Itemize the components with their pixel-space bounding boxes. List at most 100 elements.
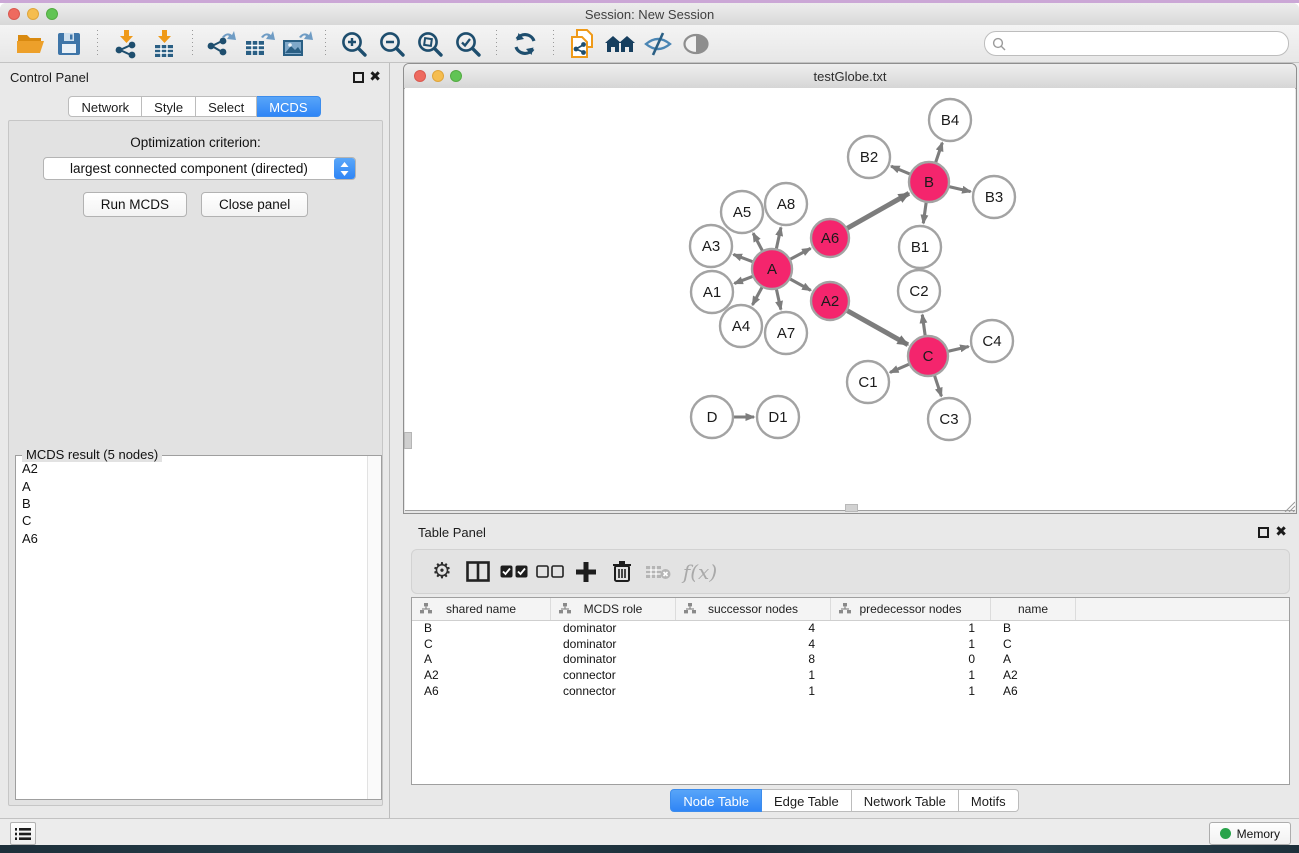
criterion-selected-value: largest connected component (directed)	[44, 161, 334, 176]
select-all-button[interactable]	[496, 554, 532, 590]
show-columns-button[interactable]	[460, 554, 496, 590]
table-tab-node-table[interactable]: Node Table	[670, 789, 762, 812]
search-field[interactable]	[984, 31, 1289, 56]
table-cell[interactable]: C	[412, 637, 551, 651]
table-cell[interactable]: A	[412, 652, 551, 666]
table-cell[interactable]: connector	[551, 668, 676, 682]
open-session-button[interactable]	[14, 28, 48, 60]
resize-grip-icon[interactable]	[1283, 500, 1295, 512]
zoom-fit-button[interactable]	[413, 28, 447, 60]
hide-panel-button[interactable]	[641, 28, 675, 60]
table-tab-motifs[interactable]: Motifs	[959, 789, 1019, 812]
table-cell[interactable]: 1	[831, 684, 991, 698]
table-row[interactable]: Cdominator41C	[412, 636, 1289, 652]
export-network-icon	[205, 29, 237, 59]
import-table-button[interactable]	[147, 28, 181, 60]
table-tab-network-table[interactable]: Network Table	[852, 789, 959, 812]
run-mcds-button[interactable]: Run MCDS	[83, 192, 187, 217]
search-input[interactable]	[1006, 34, 1288, 54]
table-cell[interactable]: 1	[676, 668, 831, 682]
deselect-all-button[interactable]	[532, 554, 568, 590]
table-cell[interactable]: dominator	[551, 652, 676, 666]
node-label-A: A	[767, 261, 777, 278]
close-panel-icon[interactable]: ✖	[369, 68, 381, 85]
import-network-button[interactable]	[109, 28, 143, 60]
table-cell[interactable]: 1	[676, 684, 831, 698]
table-cell[interactable]: connector	[551, 684, 676, 698]
table-cell[interactable]: dominator	[551, 621, 676, 635]
table-cell[interactable]: A6	[991, 684, 1076, 698]
result-item[interactable]: A6	[16, 530, 368, 547]
table-cell[interactable]: 8	[676, 652, 831, 666]
save-session-button[interactable]	[52, 28, 86, 60]
result-item[interactable]: B	[16, 495, 368, 512]
column-label: name	[991, 602, 1075, 616]
table-cell[interactable]: A6	[412, 684, 551, 698]
column-header-predecessor-nodes[interactable]: predecessor nodes	[831, 598, 991, 620]
node-label-A5: A5	[733, 204, 751, 221]
table-cell[interactable]: 4	[676, 637, 831, 651]
table-settings-button[interactable]: ⚙	[424, 554, 460, 590]
table-panel: Table Panel ✖ ⚙	[390, 519, 1299, 818]
home-layout-button[interactable]	[603, 28, 637, 60]
table-cell[interactable]: 1	[831, 637, 991, 651]
node-table[interactable]: shared nameMCDS rolesuccessor nodesprede…	[411, 597, 1290, 785]
task-history-button[interactable]	[10, 822, 36, 845]
node-label-A6: A6	[821, 230, 839, 247]
delete-column-button[interactable]	[604, 554, 640, 590]
column-header-name[interactable]: name	[991, 598, 1076, 620]
close-panel-button[interactable]: Close panel	[201, 192, 308, 217]
table-row[interactable]: Adominator80A	[412, 652, 1289, 668]
table-cell[interactable]: 1	[831, 621, 991, 635]
column-header-successor-nodes[interactable]: successor nodes	[676, 598, 831, 620]
zoom-in-button[interactable]	[337, 28, 371, 60]
horizontal-scrollbar-thumb[interactable]	[845, 504, 858, 512]
float-panel-icon[interactable]	[353, 72, 364, 83]
criterion-select[interactable]: largest connected component (directed)	[43, 157, 356, 180]
memory-button[interactable]: Memory	[1209, 822, 1291, 845]
table-row[interactable]: Bdominator41B	[412, 620, 1289, 636]
result-scrollbar[interactable]	[367, 456, 381, 799]
export-image-button[interactable]	[280, 28, 314, 60]
table-row[interactable]: A6connector11A6	[412, 683, 1289, 699]
table-float-icon[interactable]	[1258, 527, 1269, 538]
show-panel-button[interactable]	[679, 28, 713, 60]
control-tab-style[interactable]: Style	[142, 96, 196, 117]
column-header-shared-name[interactable]: shared name	[412, 598, 551, 620]
export-network-button[interactable]	[204, 28, 238, 60]
new-network-from-selection-button[interactable]	[565, 28, 599, 60]
table-cell[interactable]: 4	[676, 621, 831, 635]
table-cell[interactable]: C	[991, 637, 1076, 651]
export-table-button[interactable]	[242, 28, 276, 60]
table-cell[interactable]: B	[412, 621, 551, 635]
table-close-icon[interactable]: ✖	[1275, 523, 1287, 540]
destroy-table-button[interactable]	[640, 554, 676, 590]
table-row[interactable]: A2connector11A2	[412, 667, 1289, 683]
table-tab-edge-table[interactable]: Edge Table	[762, 789, 852, 812]
mcds-result-box: MCDS result (5 nodes) A2ABCA6	[15, 455, 382, 800]
network-graph[interactable]: B4B2BB3A5A8A6A3B1AA1C2A2A4A7C4CC1C3DD1	[405, 88, 1297, 512]
table-cell[interactable]: A	[991, 652, 1076, 666]
network-canvas[interactable]: B4B2BB3A5A8A6A3B1AA1C2A2A4A7C4CC1C3DD1	[405, 88, 1295, 511]
table-cell[interactable]: dominator	[551, 637, 676, 651]
table-cell[interactable]: 1	[831, 668, 991, 682]
zoom-selected-button[interactable]	[451, 28, 485, 60]
zoom-out-button[interactable]	[375, 28, 409, 60]
control-tab-network[interactable]: Network	[68, 96, 142, 117]
add-column-button[interactable]	[568, 554, 604, 590]
result-item[interactable]: A	[16, 477, 368, 494]
import-table-icon	[149, 29, 179, 59]
function-builder-button[interactable]: f(x)	[676, 554, 724, 590]
table-cell[interactable]: 0	[831, 652, 991, 666]
result-item[interactable]: A2	[16, 460, 368, 477]
vertical-scrollbar-thumb[interactable]	[404, 432, 412, 449]
control-tab-mcds[interactable]: MCDS	[257, 96, 320, 117]
table-cell[interactable]: B	[991, 621, 1076, 635]
control-tab-select[interactable]: Select	[196, 96, 257, 117]
refresh-view-button[interactable]	[508, 28, 542, 60]
result-item[interactable]: C	[16, 512, 368, 529]
table-cell[interactable]: A2	[412, 668, 551, 682]
zoom-out-icon	[378, 30, 406, 58]
table-cell[interactable]: A2	[991, 668, 1076, 682]
column-header-MCDS-role[interactable]: MCDS role	[551, 598, 676, 620]
